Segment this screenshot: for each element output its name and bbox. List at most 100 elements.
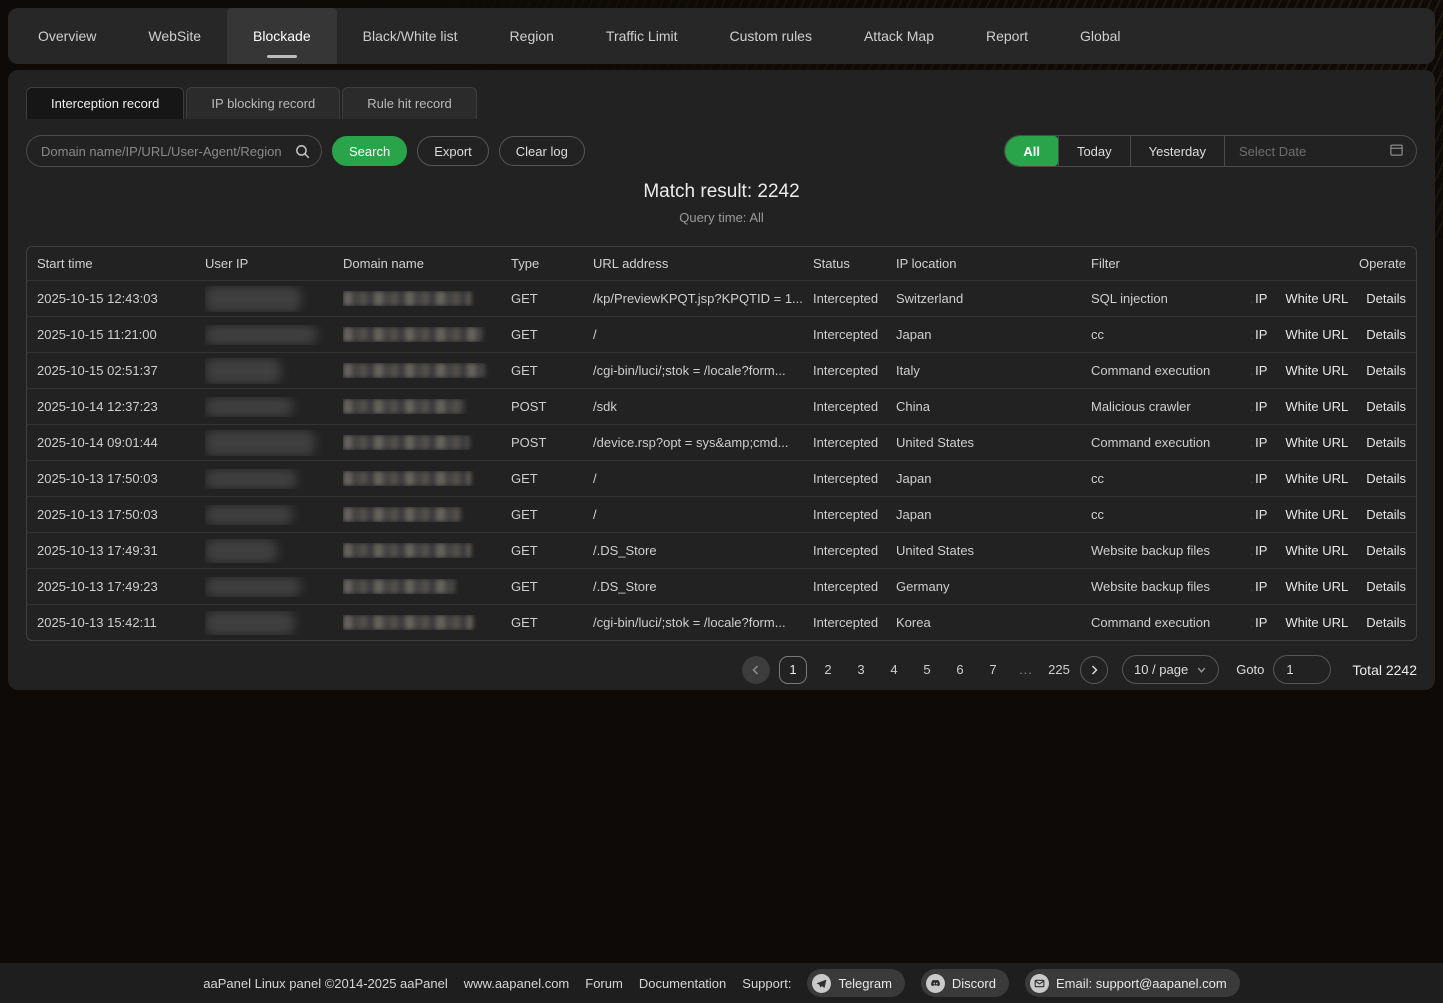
redacted-user-ip	[205, 286, 301, 312]
select-date-input[interactable]: Select Date	[1224, 136, 1416, 166]
search-icon[interactable]	[294, 143, 311, 163]
white-url-link[interactable]: White URL	[1276, 615, 1357, 630]
details-link[interactable]: Details	[1357, 579, 1406, 594]
footer-forum-link[interactable]: Forum	[585, 976, 623, 991]
result-summary: Match result: 2242 Query time: All	[26, 181, 1417, 225]
calendar-icon[interactable]	[1389, 142, 1404, 160]
telegram-icon	[812, 974, 831, 993]
nav-item-traffic-limit[interactable]: Traffic Limit	[580, 8, 704, 64]
telegram-label: Telegram	[838, 976, 891, 991]
nav-item-custom-rules[interactable]: Custom rules	[704, 8, 838, 64]
search-box	[26, 135, 322, 167]
white-url-link[interactable]: White URL	[1276, 291, 1357, 306]
page-4[interactable]: 4	[882, 656, 906, 684]
nav-item-black-white-list[interactable]: Black/White list	[337, 8, 484, 64]
page-2[interactable]: 2	[816, 656, 840, 684]
col-ip-location: IP location	[896, 256, 1091, 271]
page-6[interactable]: 6	[948, 656, 972, 684]
white-url-link[interactable]: White URL	[1276, 435, 1357, 450]
col-start-time: Start time	[37, 256, 205, 271]
chevron-left-icon	[750, 664, 762, 676]
details-link[interactable]: Details	[1357, 543, 1406, 558]
nav-item-website[interactable]: WebSite	[122, 8, 227, 64]
page-7[interactable]: 7	[981, 656, 1005, 684]
details-link[interactable]: Details	[1357, 471, 1406, 486]
table-row: 2025-10-15 11:21:00 GET / Intercepted Ja…	[27, 316, 1416, 352]
block-ip-link[interactable]: Block IP	[1251, 507, 1276, 522]
footer-documentation-link[interactable]: Documentation	[639, 976, 726, 991]
table-row: 2025-10-15 02:51:37 GET /cgi-bin/luci/;s…	[27, 352, 1416, 388]
page-size-select[interactable]: 10 / page	[1122, 655, 1219, 684]
nav-item-blockade[interactable]: Blockade	[227, 8, 337, 64]
table-body: 2025-10-15 12:43:03 GET /kp/PreviewKPQT.…	[27, 280, 1416, 640]
tab-ip-blocking-record[interactable]: IP blocking record	[186, 87, 340, 119]
white-url-link[interactable]: White URL	[1276, 327, 1357, 342]
footer-support-label: Support:	[742, 976, 791, 991]
block-ip-link[interactable]: Block IP	[1251, 435, 1276, 450]
white-url-link[interactable]: White URL	[1276, 507, 1357, 522]
date-filter-today[interactable]: Today	[1058, 136, 1130, 166]
details-link[interactable]: Details	[1357, 435, 1406, 450]
nav-item-global[interactable]: Global	[1054, 8, 1146, 64]
search-input[interactable]	[27, 144, 321, 159]
goto-page-input[interactable]	[1273, 655, 1331, 684]
tab-rule-hit-record[interactable]: Rule hit record	[342, 87, 477, 119]
white-url-link[interactable]: White URL	[1276, 363, 1357, 378]
table-row: 2025-10-14 09:01:44 POST /device.rsp?opt…	[27, 424, 1416, 460]
white-url-link[interactable]: White URL	[1276, 471, 1357, 486]
telegram-button[interactable]: Telegram	[807, 969, 904, 997]
redacted-domain	[343, 399, 465, 414]
total-count: Total 2242	[1352, 662, 1417, 678]
white-url-link[interactable]: White URL	[1276, 579, 1357, 594]
block-ip-link[interactable]: Block IP	[1251, 579, 1276, 594]
table-header: Start time User IP Domain name Type URL …	[27, 247, 1416, 280]
date-filter-all[interactable]: All	[1005, 136, 1058, 166]
redacted-user-ip	[205, 430, 315, 456]
details-link[interactable]: Details	[1357, 363, 1406, 378]
details-link[interactable]: Details	[1357, 291, 1406, 306]
table-row: 2025-10-13 17:49:23 GET /.DS_Store Inter…	[27, 568, 1416, 604]
col-url-address: URL address	[593, 256, 813, 271]
block-ip-link[interactable]: Block IP	[1251, 543, 1276, 558]
nav-item-overview[interactable]: Overview	[12, 8, 122, 64]
nav-item-report[interactable]: Report	[960, 8, 1054, 64]
block-ip-link[interactable]: Block IP	[1251, 615, 1276, 630]
nav-item-attack-map[interactable]: Attack Map	[838, 8, 960, 64]
details-link[interactable]: Details	[1357, 327, 1406, 342]
white-url-link[interactable]: White URL	[1276, 399, 1357, 414]
details-link[interactable]: Details	[1357, 507, 1406, 522]
nav-item-region[interactable]: Region	[484, 8, 580, 64]
email-label: Email: support@aapanel.com	[1056, 976, 1227, 991]
nav-item-blockade-label: Blockade	[253, 28, 311, 44]
block-ip-link[interactable]: Block IP	[1251, 291, 1276, 306]
tab-interception-record[interactable]: Interception record	[26, 87, 184, 119]
toolbar: Search Export Clear log All Today Yester…	[26, 135, 1417, 167]
block-ip-link[interactable]: Block IP	[1251, 363, 1276, 378]
block-ip-link[interactable]: Block IP	[1251, 399, 1276, 414]
block-ip-link[interactable]: Block IP	[1251, 471, 1276, 486]
discord-button[interactable]: Discord	[921, 969, 1009, 997]
prev-page-button[interactable]	[742, 656, 770, 684]
export-button[interactable]: Export	[417, 136, 489, 166]
page-ellipsis[interactable]: ...	[1014, 656, 1038, 684]
page-5[interactable]: 5	[915, 656, 939, 684]
date-filter-yesterday[interactable]: Yesterday	[1130, 136, 1224, 166]
next-page-button[interactable]	[1080, 656, 1108, 684]
details-link[interactable]: Details	[1357, 615, 1406, 630]
redacted-user-ip	[205, 325, 317, 345]
top-navbar: Overview WebSite Blockade Black/White li…	[8, 8, 1435, 64]
interception-table: Start time User IP Domain name Type URL …	[26, 246, 1417, 641]
table-row: 2025-10-14 12:37:23 POST /sdk Intercepte…	[27, 388, 1416, 424]
block-ip-link[interactable]: Block IP	[1251, 327, 1276, 342]
clear-log-button[interactable]: Clear log	[499, 136, 585, 166]
page-3[interactable]: 3	[849, 656, 873, 684]
white-url-link[interactable]: White URL	[1276, 543, 1357, 558]
page-last[interactable]: 225	[1047, 656, 1071, 684]
page-1[interactable]: 1	[779, 656, 807, 684]
details-link[interactable]: Details	[1357, 399, 1406, 414]
search-button[interactable]: Search	[332, 136, 407, 166]
redacted-domain	[343, 471, 471, 486]
footer-website-link[interactable]: www.aapanel.com	[464, 976, 570, 991]
email-button[interactable]: Email: support@aapanel.com	[1025, 969, 1240, 997]
redacted-user-ip	[205, 539, 277, 563]
